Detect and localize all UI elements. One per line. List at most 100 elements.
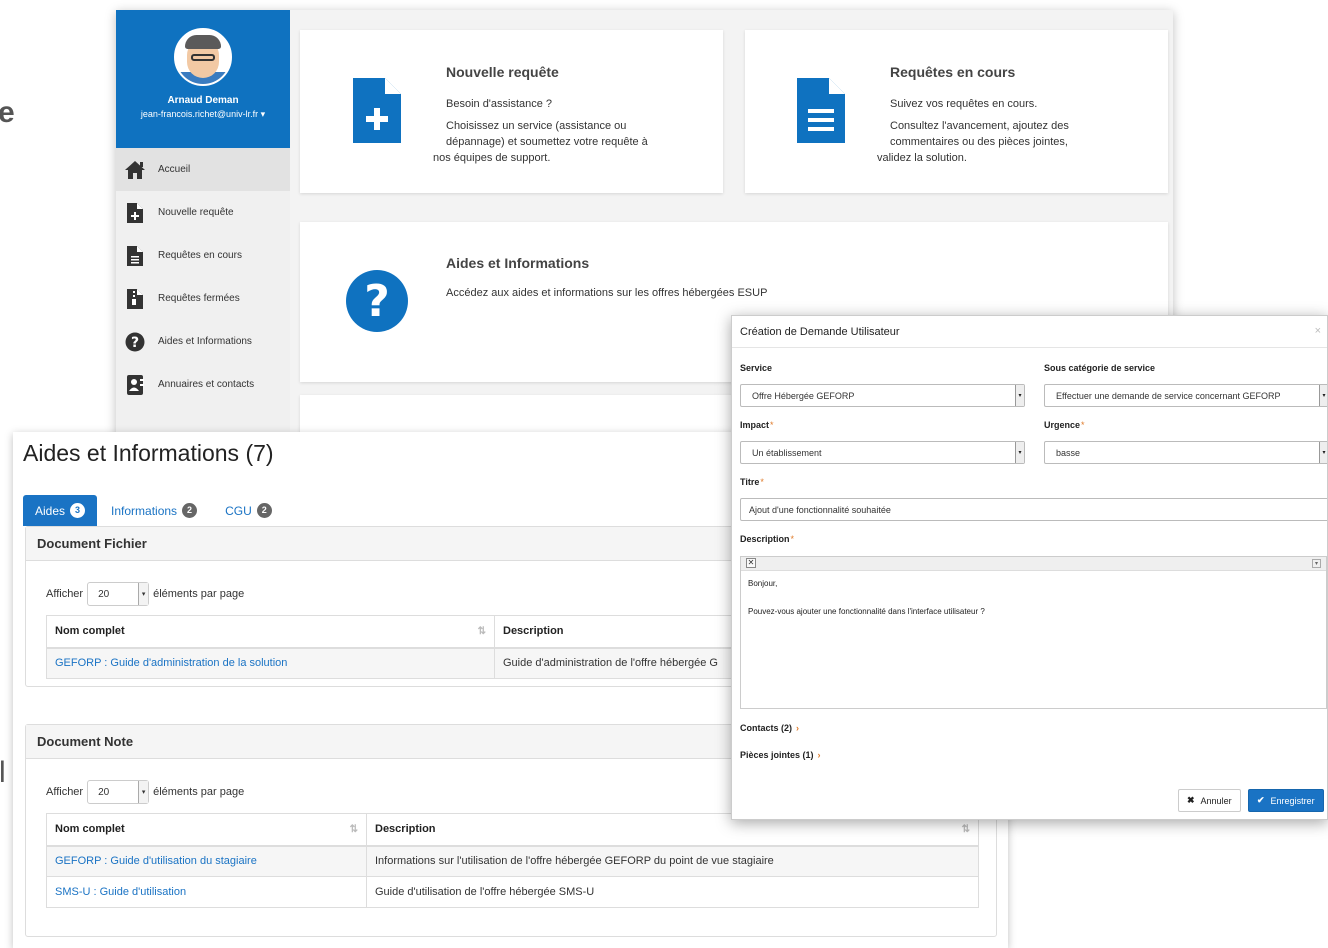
editor-toolbar: ✕ ▾ xyxy=(741,557,1326,571)
service-select[interactable]: Offre Hébergée GEFORP ▾ xyxy=(740,384,1025,407)
sort-icon[interactable]: ⇅ xyxy=(478,626,486,637)
sidebar-item-requetes-en-cours[interactable]: Requêtes en cours xyxy=(116,234,290,277)
contacts-toggle[interactable]: Contacts (2) › xyxy=(740,723,799,733)
svg-text:?: ? xyxy=(131,335,139,351)
user-profile: Arnaud Deman jean-francois.richet@univ-l… xyxy=(116,10,290,148)
sidebar-item-aides[interactable]: ? Aides et Informations xyxy=(116,320,290,363)
chevron-right-icon: › xyxy=(817,750,821,760)
file-plus-icon xyxy=(353,78,401,148)
subcategory-value: Effectuer une demande de service concern… xyxy=(1056,390,1281,401)
page-size-value: 20 xyxy=(98,786,110,798)
svg-text:?: ? xyxy=(364,276,390,327)
subcategory-select[interactable]: Effectuer une demande de service concern… xyxy=(1044,384,1327,407)
chevron-down-icon: ▾ xyxy=(138,583,149,605)
card-text: validez la solution. xyxy=(877,152,967,164)
save-button[interactable]: ✔ Enregistrer xyxy=(1248,789,1324,812)
page-size-value: 20 xyxy=(98,588,110,600)
sidebar-item-label: Annuaires et contacts xyxy=(158,379,255,390)
sidebar-item-annuaires[interactable]: Annuaires et contacts xyxy=(116,363,290,406)
documents-table: Nom complet ⇅ Description ⇅ GEFORP : Guide… xyxy=(46,813,979,908)
sort-icon[interactable]: ⇅ xyxy=(962,824,970,835)
impact-select[interactable]: Un établissement ▾ xyxy=(740,441,1025,464)
description-label: Description* xyxy=(740,534,795,544)
document-link[interactable]: SMS-U : Guide d'utilisation xyxy=(55,886,186,898)
modal-title: Création de Demande Utilisateur xyxy=(740,326,900,338)
pager-label: Afficher xyxy=(46,786,84,798)
sidebar-item-label: Aides et Informations xyxy=(158,336,252,347)
column-header-nom[interactable]: Nom complet ⇅ xyxy=(46,813,367,847)
description-line: Bonjour, xyxy=(748,579,778,588)
page-size-select[interactable]: 20 ▾ xyxy=(87,780,150,804)
file-text-icon xyxy=(797,78,845,148)
editor-remove-format-icon[interactable]: ✕ xyxy=(746,558,756,568)
tab-cgu[interactable]: CGU 2 xyxy=(211,495,286,526)
card-title: Nouvelle requête xyxy=(446,64,559,80)
sidebar-item-nouvelle-requete[interactable]: Nouvelle requête xyxy=(116,191,290,234)
table-row: GEFORP : Guide d'utilisation du stagiair… xyxy=(46,845,979,877)
attachments-toggle[interactable]: Pièces jointes (1) › xyxy=(740,750,821,760)
card-nouvelle-requete[interactable]: Nouvelle requête Besoin d'assistance ? C… xyxy=(300,30,723,193)
home-icon xyxy=(124,159,146,181)
create-request-modal: Création de Demande Utilisateur × Servic… xyxy=(731,315,1328,820)
edge-glyph-l: l xyxy=(0,756,6,789)
page-size-control: Afficher 20 ▾ éléments par page xyxy=(46,582,244,606)
tab-informations[interactable]: Informations 2 xyxy=(97,495,211,526)
edge-glyph-e: e xyxy=(0,96,15,129)
column-header-nom[interactable]: Nom complet ⇅ xyxy=(46,615,495,649)
card-text: commentaires ou des pièces jointes, xyxy=(890,136,1068,148)
service-label: Service xyxy=(740,363,773,373)
service-value: Offre Hébergée GEFORP xyxy=(752,390,855,401)
card-text: Choisissez un service (assistance ou xyxy=(446,120,627,132)
tab-label: Informations xyxy=(111,503,178,518)
chevron-down-icon: ▾ xyxy=(1319,385,1327,406)
chevron-down-icon: ▾ xyxy=(1015,385,1024,406)
document-description: Informations sur l'utilisation de l'offr… xyxy=(366,845,979,877)
sidebar-item-label: Nouvelle requête xyxy=(158,207,234,218)
card-text: dépannage) et soumettez votre requête à xyxy=(446,136,648,148)
check-icon: ✔ xyxy=(1257,795,1265,805)
sort-icon[interactable]: ⇅ xyxy=(350,824,358,835)
document-link[interactable]: GEFORP : Guide d'utilisation du stagiair… xyxy=(55,855,257,867)
editor-collapse-icon[interactable]: ▾ xyxy=(1312,559,1321,568)
pager-label: éléments par page xyxy=(153,588,245,600)
sidebar-item-label: Requêtes en cours xyxy=(158,250,242,261)
pager-label: éléments par page xyxy=(153,786,245,798)
address-book-icon xyxy=(124,374,146,396)
tabs: Aides 3 Informations 2 CGU 2 xyxy=(23,495,286,526)
tab-aides[interactable]: Aides 3 xyxy=(23,495,98,526)
tab-label: Aides xyxy=(35,503,66,518)
card-requetes-en-cours[interactable]: Requêtes en cours Suivez vos requêtes en… xyxy=(745,30,1168,193)
urgency-label: Urgence* xyxy=(1044,420,1085,430)
title-label: Titre* xyxy=(740,477,764,487)
editor-content[interactable]: Bonjour, Pouvez-vous ajouter une fonctio… xyxy=(741,571,1326,625)
title-field[interactable]: Ajout d'une fonctionnalité souhaitée xyxy=(740,498,1327,521)
cancel-button[interactable]: ✖ Annuler xyxy=(1178,789,1241,812)
urgency-value: basse xyxy=(1056,447,1081,458)
page-size-select[interactable]: 20 ▾ xyxy=(87,582,150,606)
chevron-right-icon: › xyxy=(796,723,800,733)
chevron-down-icon: ▾ xyxy=(138,781,149,803)
urgency-select[interactable]: basse ▾ xyxy=(1044,441,1327,464)
user-name: Arnaud Deman xyxy=(167,95,239,106)
table-row: SMS-U : Guide d'utilisation Guide d'util… xyxy=(46,876,979,908)
card-text: Suivez vos requêtes en cours. xyxy=(890,98,1038,110)
document-description: Guide d'utilisation de l'offre hébergée … xyxy=(366,876,979,908)
sidebar-item-label: Requêtes fermées xyxy=(158,293,240,304)
sidebar-item-accueil[interactable]: Accueil xyxy=(116,148,290,191)
sidebar: Arnaud Deman jean-francois.richet@univ-l… xyxy=(116,10,290,440)
description-line: Pouvez-vous ajouter une fonctionnalité d… xyxy=(748,607,985,616)
count-badge: 3 xyxy=(70,503,86,518)
document-link[interactable]: GEFORP : Guide d'administration de la so… xyxy=(55,657,287,669)
description-editor[interactable]: ✕ ▾ Bonjour, Pouvez-vous ajouter une fon… xyxy=(740,556,1327,709)
avatar[interactable] xyxy=(174,28,232,86)
question-circle-icon: ? xyxy=(346,270,408,337)
subcategory-label: Sous catégorie de service xyxy=(1044,363,1156,373)
impact-value: Un établissement xyxy=(752,447,822,458)
chevron-down-icon: ▾ xyxy=(1015,442,1024,463)
file-text-icon xyxy=(124,245,146,267)
user-email-dropdown[interactable]: jean-francois.richet@univ-lr.fr ▾ xyxy=(116,109,290,120)
card-text: Accédez aux aides et informations sur le… xyxy=(446,287,768,299)
close-icon[interactable]: × xyxy=(1315,325,1321,337)
sidebar-item-requetes-fermees[interactable]: Requêtes fermées xyxy=(116,277,290,320)
page-title: Aides et Informations (7) xyxy=(23,440,274,466)
